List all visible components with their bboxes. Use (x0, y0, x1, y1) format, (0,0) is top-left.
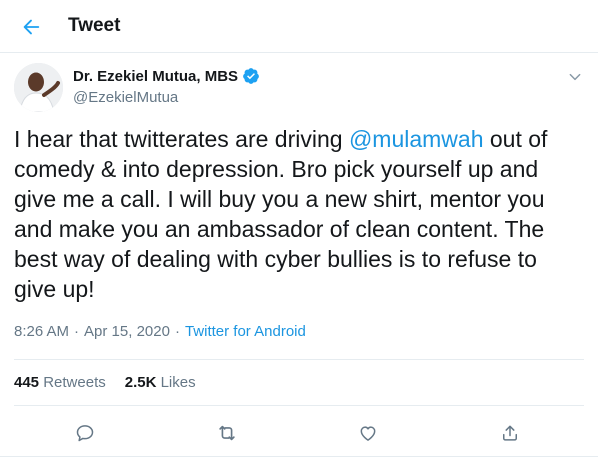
tweet-meta: 8:26 AM · Apr 15, 2020 · Twitter for Android (14, 323, 306, 340)
tweet-source-link[interactable]: Twitter for Android (185, 323, 306, 340)
tweet-time[interactable]: 8:26 AM (14, 323, 69, 340)
retweet-button[interactable] (214, 420, 240, 446)
tweet-text-after: out of comedy & into depression. Bro pic… (14, 126, 548, 302)
like-button[interactable] (355, 420, 381, 446)
avatar[interactable] (14, 63, 63, 112)
retweets-count: 445 (14, 374, 40, 391)
tweet-date[interactable]: Apr 15, 2020 (84, 323, 170, 340)
more-options-button[interactable] (564, 66, 586, 88)
back-button[interactable] (14, 10, 48, 44)
chevron-down-icon (569, 73, 581, 81)
author-name[interactable]: Dr. Ezekiel Mutua, MBS (73, 67, 260, 85)
divider (14, 359, 584, 360)
likes-stat[interactable]: 2.5K Likes (125, 374, 196, 391)
arrow-left-icon (23, 19, 40, 35)
page-title: Tweet (68, 15, 121, 36)
retweets-stat[interactable]: 445 Retweets (14, 374, 106, 391)
author-handle[interactable]: @EzekielMutua (73, 89, 178, 106)
reply-button[interactable] (72, 420, 98, 446)
heart-icon (360, 426, 376, 441)
meta-separator: · (174, 323, 180, 340)
reply-icon (76, 425, 94, 442)
retweets-label: Retweets (43, 374, 106, 391)
tweet-text: I hear that twitterates are driving @mul… (14, 124, 582, 304)
engagement-stats: 445 Retweets 2.5K Likes (14, 374, 196, 391)
share-button[interactable] (497, 420, 523, 446)
author-name-text: Dr. Ezekiel Mutua, MBS (73, 67, 239, 85)
verified-badge-icon (243, 68, 259, 84)
meta-separator: · (74, 323, 80, 340)
tweet-text-before: I hear that twitterates are driving (14, 126, 349, 152)
retweet-icon (219, 425, 235, 441)
top-bar: Tweet (0, 0, 598, 53)
likes-label: Likes (160, 374, 196, 391)
share-icon (503, 425, 517, 441)
mention-link[interactable]: @mulamwah (349, 126, 484, 152)
divider (0, 456, 598, 457)
divider (14, 405, 584, 406)
action-bar (0, 418, 598, 448)
profile-photo-icon (14, 63, 63, 112)
likes-count: 2.5K (124, 374, 157, 391)
